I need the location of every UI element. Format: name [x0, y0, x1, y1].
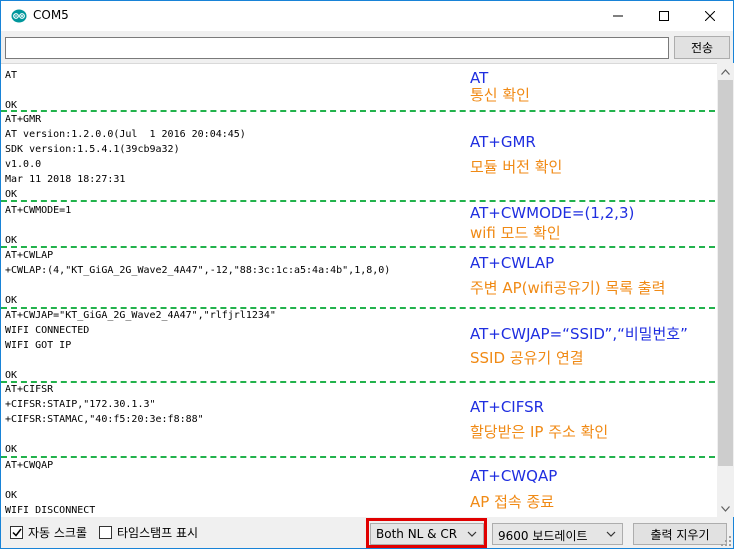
baud-rate-select[interactable]: 9600 보드레이트	[492, 523, 623, 545]
timestamp-label: 타임스탬프 표시	[117, 526, 199, 540]
autoscroll-checkbox[interactable]	[10, 526, 23, 539]
close-button[interactable]	[687, 1, 733, 31]
chevron-down-icon	[721, 505, 730, 512]
note-description: 할당받은 IP 주소 확인	[470, 423, 609, 441]
serial-output-area[interactable]: AT OK AT 통신 확인 AT+GMR AT version:1.2.0.0…	[1, 63, 717, 517]
autoscroll-label: 자동 스크롤	[28, 526, 88, 540]
note-description: wifi 모드 확인	[470, 224, 561, 242]
timestamp-checkbox[interactable]	[99, 526, 112, 539]
chevron-up-icon	[721, 68, 730, 75]
title-bar[interactable]: COM5	[1, 1, 733, 31]
serial-block-cifsr: AT+CIFSR +CIFSR:STAIP,"172.30.1.3" +CIFS…	[5, 384, 204, 455]
close-icon	[705, 11, 715, 21]
note-description: 통신 확인	[470, 86, 530, 104]
note-description: 주변 AP(wifi공유기) 목록 출력	[470, 279, 666, 297]
note-command: AT+CWMODE=(1,2,3)	[470, 204, 635, 222]
resize-grip-icon[interactable]	[717, 532, 733, 548]
clear-output-button[interactable]: 출력 지우기	[633, 523, 727, 545]
note-command: AT+CWQAP	[470, 467, 558, 485]
note-command: AT+GMR	[470, 133, 536, 151]
window-title: COM5	[33, 8, 69, 22]
separator-line	[1, 456, 715, 458]
checkmark-icon	[11, 528, 22, 537]
serial-block-cwmode: AT+CWMODE=1 OK	[5, 205, 72, 246]
arduino-icon	[11, 9, 27, 23]
serial-block-cwlap: AT+CWLAP +CWLAP:(4,"KT_GiGA_2G_Wave2_4A4…	[5, 250, 391, 306]
chevron-down-icon	[606, 531, 616, 537]
note-description: SSID 공유기 연결	[470, 349, 584, 367]
minimize-button[interactable]	[595, 1, 641, 31]
scrollbar-thumb[interactable]	[718, 80, 733, 466]
note-command: AT+CWJAP=“SSID”,“비밀번호”	[470, 325, 688, 343]
serial-send-input[interactable]	[5, 37, 669, 59]
serial-block-at: AT OK	[5, 70, 18, 111]
minimize-icon	[613, 15, 623, 17]
serial-block-cwjap: AT+CWJAP="KT_GiGA_2G_Wave2_4A47","rlfjrl…	[5, 310, 276, 381]
serial-block-cwqap: AT+CWQAP OK WIFI DISCONNECT	[5, 460, 96, 516]
serial-block-gmr: AT+GMR AT version:1.2.0.0(Jul 1 2016 20:…	[5, 114, 246, 200]
note-description: AP 접속 종료	[470, 493, 555, 511]
note-command: AT+CWLAP	[470, 254, 555, 272]
highlight-box	[366, 518, 487, 548]
scroll-up-button[interactable]	[717, 63, 734, 80]
separator-line	[1, 200, 715, 202]
serial-monitor-window: COM5 전송 AT OK AT 통신 확인 AT+GMR AT version…	[0, 0, 734, 549]
vertical-scrollbar[interactable]	[717, 63, 734, 517]
note-description: 모듈 버전 확인	[470, 158, 563, 176]
baud-rate-value: 9600 보드레이트	[498, 529, 588, 543]
scroll-down-button[interactable]	[717, 500, 734, 517]
maximize-button[interactable]	[641, 1, 687, 31]
maximize-icon	[659, 11, 669, 21]
send-button[interactable]: 전송	[674, 36, 730, 59]
note-command: AT+CIFSR	[470, 398, 545, 416]
